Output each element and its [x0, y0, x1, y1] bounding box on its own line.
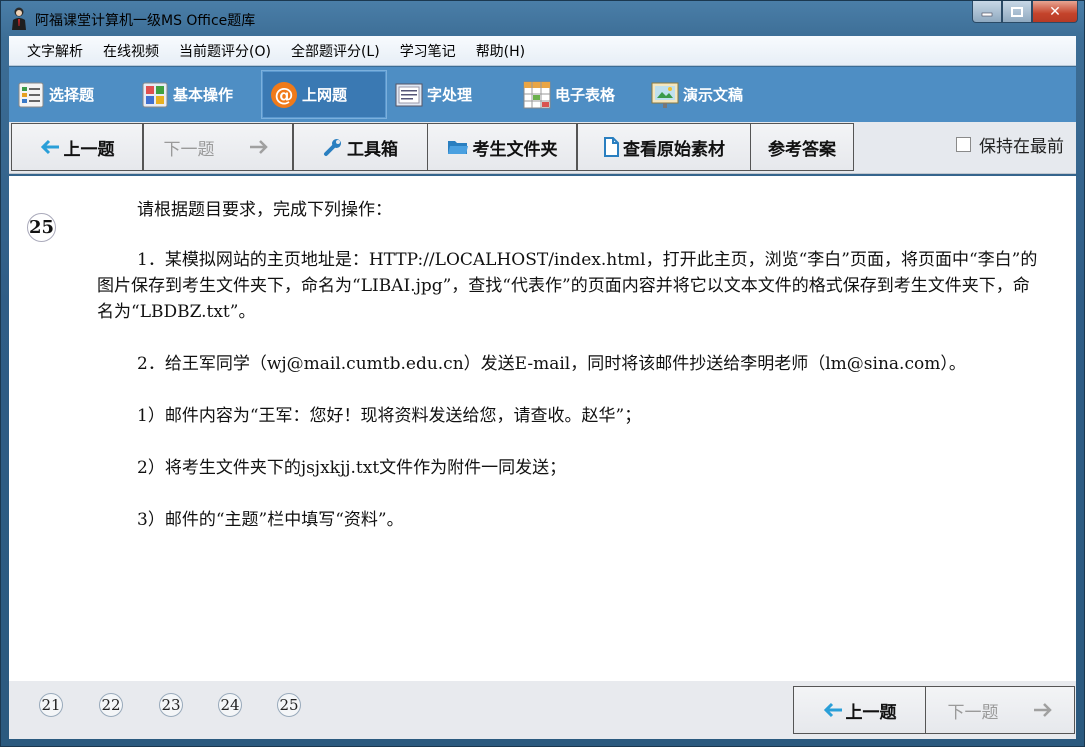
arrow-right-icon — [1033, 702, 1053, 718]
window-title: 阿福课堂计算机一级MS Office题库 — [35, 13, 256, 29]
question-item-2: 2．给王军同学（wj@mail.cumtb.edu.cn）发送E-mail，同时… — [137, 354, 966, 374]
footer-prev-button[interactable]: 上一题 — [793, 686, 926, 734]
question-panel: 25 请根据题目要求，完成下列操作： 1．某模拟网站的主页地址是：HTTP://… — [9, 176, 1076, 681]
maximize-icon — [1011, 6, 1023, 17]
question-subitem-1: 1）邮件内容为“王军：您好！现将资料发送给您，请查收。赵华”； — [137, 406, 642, 426]
tab-excel[interactable]: 电子表格 — [515, 70, 643, 119]
wrench-icon — [323, 137, 343, 157]
minimize-icon — [981, 12, 993, 16]
prev-question-label: 上一题 — [63, 139, 115, 160]
question-subitem-3: 3）邮件的“主题”栏中填写“资料”。 — [137, 510, 404, 530]
folder-icon — [447, 138, 469, 156]
answer-button[interactable]: 参考答案 — [750, 123, 854, 171]
view-source-label: 查看原始素材 — [623, 139, 725, 160]
arrow-right-icon — [249, 139, 269, 155]
presentation-icon — [651, 81, 679, 109]
tab-label: 选择题 — [49, 86, 95, 104]
menu-item-study-notes[interactable]: 学习笔记 — [390, 41, 466, 61]
svg-text:@: @ — [275, 84, 294, 106]
tab-label: 电子表格 — [555, 86, 616, 104]
next-question-button[interactable]: 下一题 — [143, 123, 293, 171]
keep-on-top[interactable]: 保持在最前 — [956, 132, 1064, 157]
page-24-button[interactable]: 24 — [218, 693, 242, 717]
close-icon: ✕ — [1049, 3, 1061, 20]
page-25-button[interactable]: 25 — [277, 693, 301, 717]
footer-next-button[interactable]: 下一题 — [925, 686, 1075, 734]
at-icon: @ — [270, 81, 298, 109]
page-22-button[interactable]: 22 — [99, 693, 123, 717]
page-21-button[interactable]: 21 — [39, 693, 63, 717]
keep-on-top-label: 保持在最前 — [979, 137, 1064, 157]
toolbox-label: 工具箱 — [347, 139, 398, 160]
student-folder-label: 考生文件夹 — [472, 139, 558, 160]
list-icon — [17, 81, 45, 109]
prev-question-button[interactable]: 上一题 — [11, 123, 143, 171]
tab-internet[interactable]: @ 上网题 — [261, 70, 387, 119]
tab-basic-ops[interactable]: 基本操作 — [133, 70, 261, 119]
question-number: 25 — [27, 213, 56, 242]
menu-item-online-video[interactable]: 在线视频 — [93, 41, 169, 61]
title-bar: 阿福课堂计算机一级MS Office题库 ✕ — [1, 1, 1084, 35]
document-icon — [395, 81, 423, 109]
tab-label: 上网题 — [302, 86, 348, 104]
arrow-left-icon — [40, 139, 60, 155]
pagination-bar: 21 22 23 24 25 上一题 下一题 — [9, 681, 1076, 739]
tab-label: 基本操作 — [173, 86, 234, 104]
menu-bar: 文字解析 在线视频 当前题评分(O) 全部题评分(L) 学习笔记 帮助(H) — [9, 36, 1076, 66]
student-folder-button[interactable]: 考生文件夹 — [427, 123, 577, 171]
view-source-button[interactable]: 查看原始素材 — [577, 123, 751, 171]
minimize-button[interactable] — [972, 1, 1002, 23]
keep-on-top-checkbox[interactable] — [956, 137, 971, 152]
maximize-button[interactable] — [1002, 1, 1032, 23]
menu-item-grade-current[interactable]: 当前题评分(O) — [169, 41, 281, 61]
grid-icon — [141, 81, 169, 109]
close-button[interactable]: ✕ — [1032, 1, 1078, 23]
menu-item-help[interactable]: 帮助(H) — [466, 41, 535, 61]
menu-item-grade-all[interactable]: 全部题评分(L) — [281, 41, 390, 61]
menu-item-text-analysis[interactable]: 文字解析 — [9, 41, 93, 61]
question-item-1: 1．某模拟网站的主页地址是：HTTP://LOCALHOST/index.htm… — [97, 250, 1038, 322]
category-tabs: 选择题 基本操作 @ 上网题 字处理 电子表格 演示文稿 — [9, 67, 1076, 122]
answer-label: 参考答案 — [768, 139, 836, 160]
question-subitem-2: 2）将考生文件夹下的jsjxkjj.txt文件作为附件一同发送； — [137, 458, 567, 478]
tab-powerpoint[interactable]: 演示文稿 — [643, 70, 771, 119]
tab-word[interactable]: 字处理 — [387, 70, 515, 119]
footer-next-label: 下一题 — [947, 702, 999, 723]
arrow-left-icon — [823, 702, 843, 718]
next-question-label: 下一题 — [163, 139, 215, 160]
tab-label: 字处理 — [427, 86, 473, 104]
question-intro: 请根据题目要求，完成下列操作： — [137, 200, 392, 220]
app-logo-icon — [12, 7, 26, 30]
footer-prev-label: 上一题 — [845, 702, 897, 723]
tab-choice[interactable]: 选择题 — [9, 70, 133, 119]
spreadsheet-icon — [523, 81, 551, 109]
tab-label: 演示文稿 — [683, 86, 744, 104]
toolbar: 上一题 下一题 工具箱 考生文件夹 查看原始素材 参考答案 保持在最前 — [9, 122, 1076, 174]
toolbox-button[interactable]: 工具箱 — [293, 123, 428, 171]
app-window: 阿福课堂计算机一级MS Office题库 ✕ 文字解析 在线视频 当前题评分(O… — [0, 0, 1085, 747]
page-23-button[interactable]: 23 — [159, 693, 183, 717]
file-icon — [603, 137, 619, 157]
